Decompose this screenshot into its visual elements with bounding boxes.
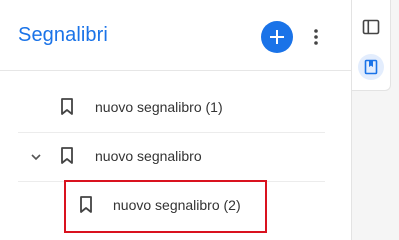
bookmark-icon <box>61 147 73 164</box>
plus-icon <box>270 30 284 44</box>
panel-header: Segnalibri <box>0 0 351 71</box>
bookmark-book-icon <box>364 59 378 75</box>
bookmark-item[interactable]: nuovo segnalibro (1) <box>18 84 325 133</box>
add-bookmark-button[interactable] <box>261 21 293 53</box>
panel-title: Segnalibri <box>18 24 108 46</box>
side-rail <box>352 0 391 91</box>
bookmark-icon <box>61 98 73 115</box>
bookmark-label: nuovo segnalibro (1) <box>95 99 223 115</box>
toggle-sidebar-button[interactable] <box>358 14 384 40</box>
bookmarks-tab-button[interactable] <box>358 54 384 80</box>
chevron-down-icon[interactable] <box>30 152 42 162</box>
more-options-button[interactable] <box>308 25 324 49</box>
bookmark-item[interactable]: nuovo segnalibro <box>18 133 325 182</box>
highlight-box <box>64 180 267 233</box>
bookmarks-panel: Segnalibri nuovo segnalibro (1) nuovo se… <box>0 0 352 240</box>
bookmark-label: nuovo segnalibro <box>95 148 202 164</box>
sidebar-panel-icon <box>362 19 380 35</box>
more-vert-icon <box>314 29 318 45</box>
